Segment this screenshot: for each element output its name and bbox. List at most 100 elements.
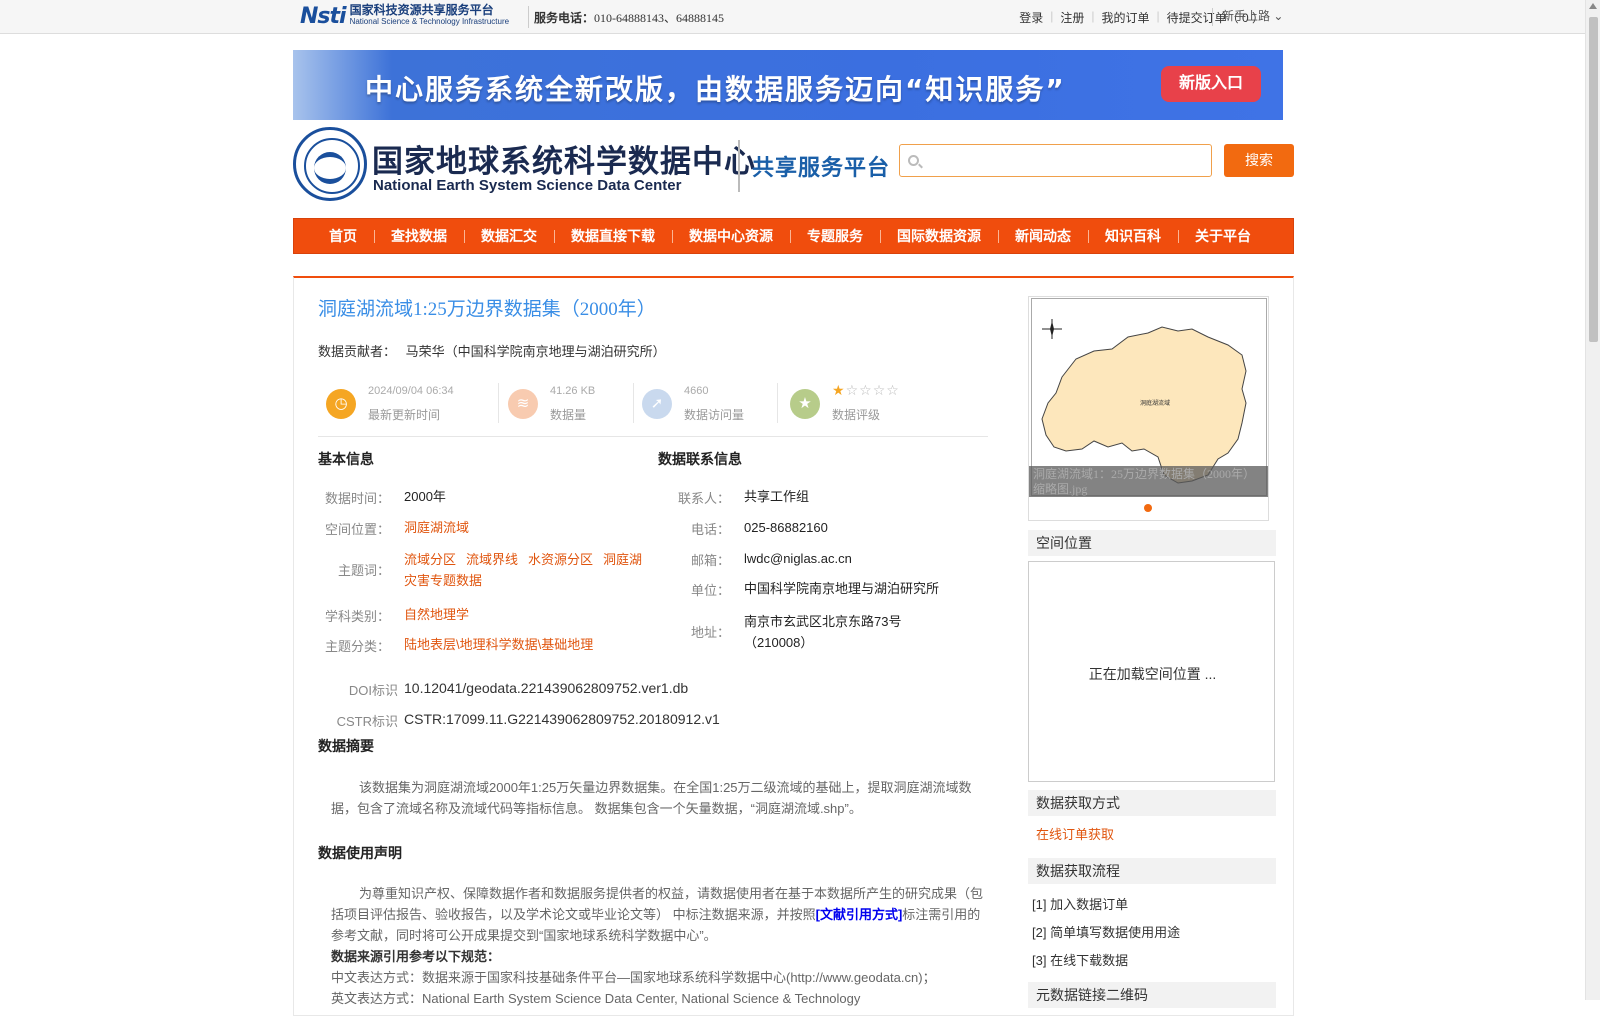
nav-international-data[interactable]: 国际数据资源 [880, 226, 998, 246]
stat-updated-label: 最新更新时间 [368, 408, 441, 422]
scroll-up-arrow-icon[interactable] [1589, 3, 1597, 9]
data-time-value: 2000年 [404, 489, 446, 504]
stat-size-value: 41.26 KB [550, 385, 596, 397]
online-order-link[interactable]: 在线订单获取 [1036, 824, 1114, 843]
page-scrollbar[interactable] [1585, 0, 1600, 1000]
stat-visits-label: 数据访问量 [684, 408, 745, 422]
keyword-link[interactable]: 流域界线 [466, 552, 518, 567]
doi-label: DOI标识 [348, 683, 398, 698]
location-row: 空间位置： 洞庭湖流域 [318, 519, 648, 543]
star-badge-icon: ★ [790, 389, 820, 419]
nav-home[interactable]: 首页 [312, 226, 374, 246]
unit-row: 单位： 中国科学院南京地理与湖泊研究所 [658, 580, 988, 604]
stat-visits-value: 4660 [684, 385, 709, 397]
email-label: 邮箱： [690, 553, 730, 568]
qr-heading: 元数据链接二维码 [1028, 982, 1276, 1008]
star-empty-icon[interactable]: ☆ [846, 382, 860, 398]
layers-icon: ≋ [508, 389, 538, 419]
new-version-button[interactable]: 新版入口 [1161, 66, 1261, 102]
divider [777, 383, 778, 423]
discipline-link[interactable]: 自然地理学 [404, 604, 469, 625]
location-link[interactable]: 洞庭湖流域 [404, 517, 469, 538]
phone-row: 电话： 025-86882160 [658, 519, 988, 543]
star-empty-icon[interactable]: ☆ [873, 382, 887, 398]
cursor-icon: ➚ [642, 389, 672, 419]
keyword-link[interactable]: 流域分区 [404, 552, 456, 567]
data-time-label: 数据时间： [324, 491, 390, 506]
abstract-text: 该数据集为洞庭湖流域2000年1:25万矢量边界数据集。在全国1:25万二级流域… [331, 780, 972, 816]
nav-about[interactable]: 关于平台 [1178, 226, 1268, 246]
abstract-heading: 数据摘要 [318, 738, 374, 754]
contributor-label: 数据贡献者： [318, 344, 397, 359]
dataset-contributor: 数据贡献者： 马荣华（中国科学院南京地理与湖泊研究所） [318, 341, 666, 360]
thumbnail-caption: 洞庭湖流域1：25万边界数据集（2000年） 缩略图.jpg [1029, 466, 1268, 497]
citation-en-line: 英文表达方式：National Earth System Science Dat… [331, 991, 861, 1006]
process-step: [3] 在线下载数据 [1032, 953, 1129, 968]
banner-text: 中心服务系统全新改版，由数据服务迈向“知识服务” [365, 73, 1066, 106]
compass-icon [1042, 319, 1062, 339]
my-orders-link[interactable]: 我的订单 [1095, 9, 1157, 26]
star-empty-icon[interactable]: ☆ [859, 382, 873, 398]
category-row: 主题分类： 陆地表层\地理科学数据\基础地理 [318, 636, 648, 660]
keywords-list: 流域分区 流域界线 水资源分区 洞庭湖灾害专题数据 [404, 549, 644, 591]
nav-knowledge[interactable]: 知识百科 [1088, 226, 1178, 246]
doi-value[interactable]: 10.12041/geodata.221439062809752.ver1.db [404, 678, 688, 699]
cstr-label: CSTR标识 [336, 714, 398, 729]
contact-label: 联系人： [677, 491, 730, 506]
nsti-logo-mark: Nsti [300, 3, 347, 29]
map-loading-text: 正在加载空间位置 ... [1088, 666, 1217, 682]
nav-find-data[interactable]: 查找数据 [374, 226, 464, 246]
email-value[interactable]: lwdc@niglas.ac.cn [744, 548, 852, 569]
register-link[interactable]: 注册 [1053, 9, 1091, 26]
category-label: 主题分类： [324, 639, 390, 654]
nav-news[interactable]: 新闻动态 [998, 226, 1088, 246]
contributor-value: 马荣华（中国科学院南京地理与湖泊研究所） [405, 344, 666, 359]
search-icon [908, 155, 919, 166]
contact-info-heading: 数据联系信息 [658, 451, 742, 467]
nav-topic-services[interactable]: 专题服务 [790, 226, 880, 246]
data-center-emblem[interactable] [293, 127, 367, 201]
keywords-label: 主题词： [337, 563, 390, 578]
main-nav: 首页 查找数据 数据汇交 数据直接下载 数据中心资源 专题服务 国际数据资源 新… [293, 218, 1294, 254]
keyword-link[interactable]: 水资源分区 [528, 552, 593, 567]
divider [738, 140, 740, 192]
unit-value: 中国科学院南京地理与湖泊研究所 [744, 581, 940, 596]
spatial-map[interactable]: 正在加载空间位置 ... [1028, 561, 1275, 782]
divider [1212, 8, 1213, 26]
nav-direct-download[interactable]: 数据直接下载 [554, 226, 672, 246]
newbie-guide-dropdown[interactable]: 新手上路 ⌄ [1222, 7, 1283, 24]
nsti-logo-en: National Science & Technology Infrastruc… [349, 17, 510, 26]
carousel-dot[interactable] [1144, 504, 1152, 512]
address-value: 南京市玄武区北京东路73号（210008） [744, 614, 902, 650]
usage-text: 为尊重知识产权、保障数据作者和数据服务提供者的权益，请数据使用者在基于本数据所产… [331, 883, 986, 946]
login-link[interactable]: 登录 [1012, 9, 1050, 26]
stat-size: ≋ 41.26 KB 数据量 [500, 381, 630, 429]
service-phone-value: 010-64888143、64888145 [594, 11, 725, 25]
process-step: [2] 简单填写数据使用用途 [1032, 925, 1181, 940]
nsti-logo-cn: 国家科技资源共享服务平台 [349, 3, 494, 17]
promo-banner[interactable]: 中心服务系统全新改版，由数据服务迈向“知识服务” 新版入口 [293, 50, 1283, 120]
contact-value: 共享工作组 [744, 489, 810, 504]
divider [498, 383, 499, 423]
rating-stars[interactable]: ★☆☆☆☆ [832, 382, 900, 399]
citation-format-link[interactable]: [文献引用方式] [816, 907, 903, 922]
nsti-logo[interactable]: Nsti 国家科技资源共享服务平台 National Science & Tec… [300, 3, 509, 29]
search-button[interactable]: 搜索 [1224, 144, 1294, 177]
cstr-value[interactable]: CSTR:17099.11.G221439062809752.20180912.… [404, 709, 720, 730]
stat-visits: ➚ 4660 数据访问量 [634, 381, 774, 429]
star-filled-icon[interactable]: ★ [832, 382, 846, 398]
search-input[interactable] [924, 149, 1204, 173]
service-phone-label: 服务电话： [534, 11, 595, 25]
category-link[interactable]: 陆地表层\地理科学数据\基础地理 [404, 634, 593, 655]
contact-row: 联系人： 共享工作组 [658, 488, 988, 512]
scroll-thumb[interactable] [1589, 17, 1598, 342]
search-field[interactable] [899, 144, 1212, 177]
phone-label: 电话： [690, 522, 730, 537]
email-row: 邮箱： lwdc@niglas.ac.cn [658, 550, 988, 574]
nav-center-resources[interactable]: 数据中心资源 [672, 226, 790, 246]
star-empty-icon[interactable]: ☆ [886, 382, 900, 398]
address-row: 地址： 南京市玄武区北京东路73号（210008） [658, 614, 988, 666]
nav-data-submit[interactable]: 数据汇交 [464, 226, 554, 246]
keywords-row: 主题词： 流域分区 流域界线 水资源分区 洞庭湖灾害专题数据 [318, 552, 658, 604]
usage-heading: 数据使用声明 [318, 845, 402, 861]
